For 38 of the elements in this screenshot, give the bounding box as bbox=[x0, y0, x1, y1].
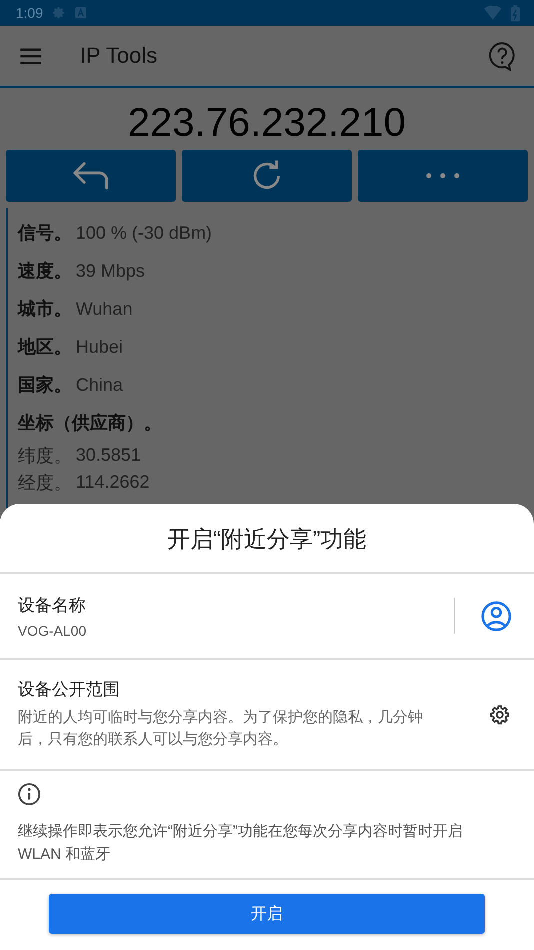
ip-address: 223.76.232.210 bbox=[126, 100, 408, 147]
wifi-icon bbox=[484, 6, 502, 20]
notice-text: 继续操作即表示您允许“附近分享”功能在您每次分享内容时暂时开启 WLAN 和蓝牙 bbox=[18, 822, 464, 865]
app-title: IP Tools bbox=[80, 43, 158, 69]
battery-icon bbox=[511, 4, 520, 22]
info-label: 城市。 bbox=[18, 298, 72, 321]
info-label: 国家。 bbox=[18, 374, 72, 397]
gear-icon bbox=[52, 6, 66, 20]
section-heading: 坐标（供应商）。 bbox=[18, 412, 162, 435]
info-icon bbox=[18, 783, 41, 806]
info-value: 39 Mbps bbox=[76, 260, 146, 282]
info-value: Hubei bbox=[76, 336, 124, 358]
refresh-button[interactable] bbox=[182, 150, 352, 202]
user-icon[interactable] bbox=[481, 600, 512, 632]
info-label: 纬度。 bbox=[18, 444, 72, 468]
status-time: 1:09 bbox=[16, 5, 44, 21]
settings-icon[interactable] bbox=[488, 702, 512, 726]
back-button[interactable] bbox=[6, 150, 176, 202]
reply-arrow-icon bbox=[71, 161, 111, 191]
info-value: 114.2662 bbox=[76, 472, 150, 493]
device-name-value: VOG-AL00 bbox=[18, 622, 88, 638]
info-value: Wuhan bbox=[76, 298, 133, 320]
device-name-label: 设备名称 bbox=[18, 594, 87, 616]
info-label: 地区。 bbox=[18, 336, 72, 359]
info-value: China bbox=[76, 374, 124, 396]
more-icon bbox=[426, 173, 460, 179]
keyboard-icon bbox=[75, 7, 88, 19]
info-label: 速度。 bbox=[18, 260, 72, 283]
info-value: 30.5851 bbox=[76, 445, 142, 466]
info-label: 经度。 bbox=[18, 472, 72, 494]
enable-button[interactable]: 开启 bbox=[49, 894, 485, 934]
info-value: 100 % (-30 dBm) bbox=[76, 222, 212, 244]
help-icon[interactable] bbox=[489, 42, 516, 70]
menu-icon[interactable] bbox=[20, 48, 42, 64]
sheet-title: 开启“附近分享”功能 bbox=[0, 504, 534, 574]
visibility-label: 设备公开范围 bbox=[18, 679, 121, 701]
visibility-description: 附近的人均可临时与您分享内容。为了保护您的隐私，几分钟后，只有您的联系人可以与您分享内容。 bbox=[18, 708, 424, 750]
info-label: 信号。 bbox=[18, 222, 72, 245]
